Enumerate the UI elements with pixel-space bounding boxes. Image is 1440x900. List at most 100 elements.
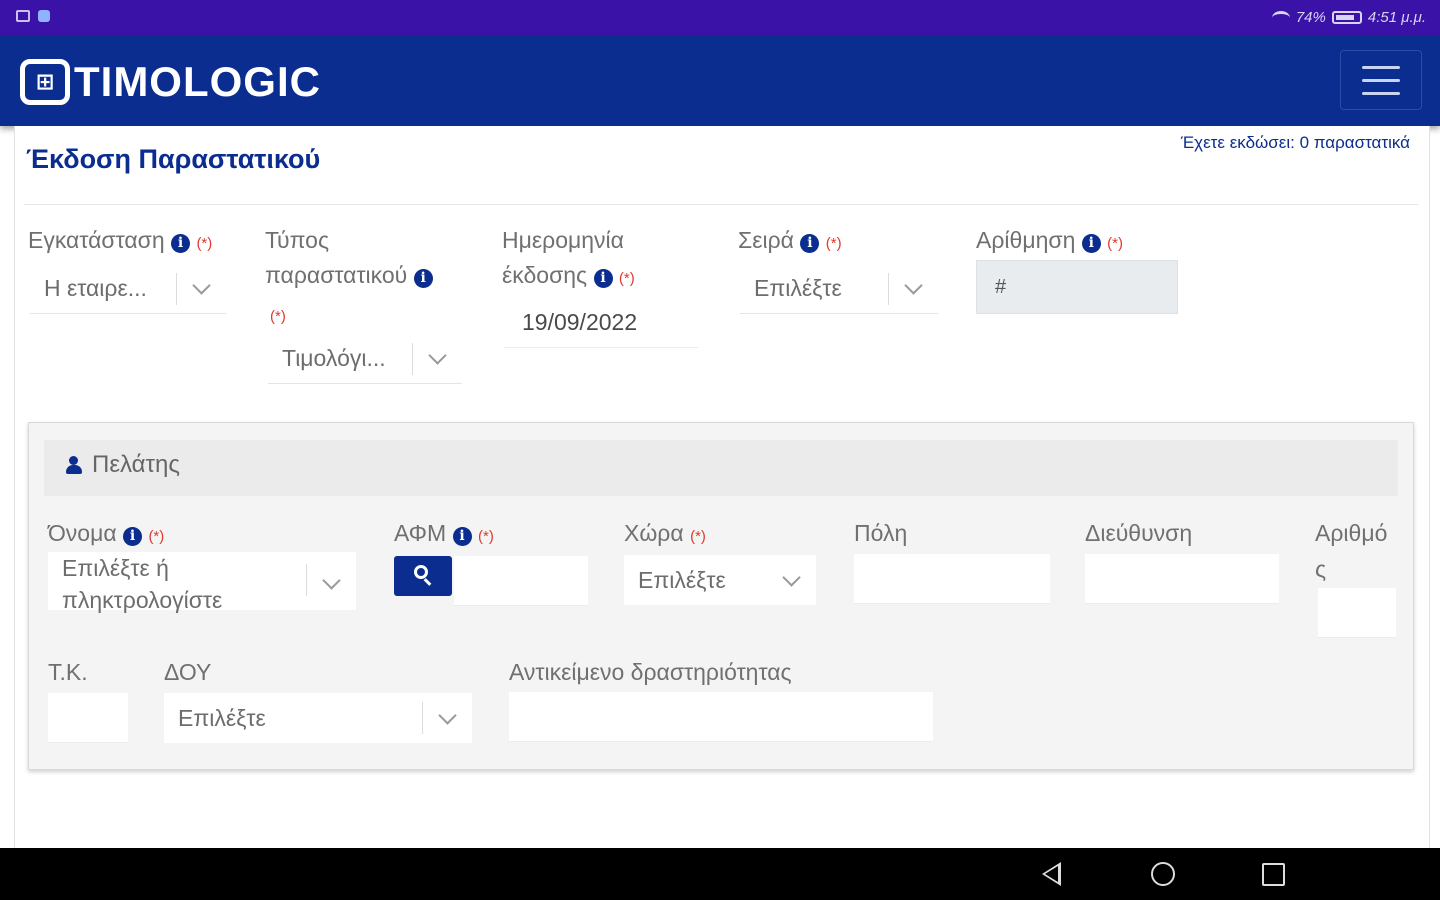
activity-label: Αντικείμενο δραστηριότητας (509, 659, 792, 685)
afm-label-text: ΑΦΜ (394, 520, 447, 546)
zip-label: Τ.Κ. (48, 659, 88, 685)
required-mark: (*) (825, 235, 842, 252)
issue-date-label-line1: Ημερομηνία (502, 227, 624, 253)
chevron-down-icon (438, 705, 457, 725)
zip-input[interactable] (48, 693, 128, 743)
info-icon[interactable]: i (452, 527, 472, 546)
select-separator (412, 342, 413, 375)
installation-label-text: Εγκατάσταση (28, 227, 165, 253)
installation-select[interactable]: Η εταιρε... (30, 264, 226, 314)
select-separator (176, 272, 177, 305)
placeholder-line1: Επιλέξτε ή (62, 555, 169, 581)
chevron-down-icon (904, 276, 923, 295)
doy-select[interactable]: Επιλέξτε (164, 693, 472, 743)
doc-type-required: (*) (270, 296, 286, 334)
series-label: Σειρά i (*) (738, 223, 842, 261)
menu-bar-icon (1362, 78, 1400, 82)
back-icon[interactable] (1042, 862, 1061, 886)
issue-date-label: Ημερομηνία (502, 223, 624, 258)
afm-label: ΑΦΜ i (*) (394, 516, 494, 554)
country-value: Επιλέξτε (638, 566, 726, 593)
numbering-label-text: Αρίθμηση (976, 227, 1076, 253)
info-icon[interactable]: i (593, 269, 613, 288)
numbering-input: # (976, 260, 1178, 314)
issue-date-label-line2: έκδοσης (502, 262, 588, 288)
address-input[interactable] (1085, 554, 1279, 604)
activity-input[interactable] (509, 692, 933, 742)
installation-label: Εγκατάσταση i (*) (28, 223, 212, 261)
select-separator (422, 702, 423, 734)
select-separator (888, 272, 889, 305)
series-value: Επιλέξτε (754, 275, 842, 301)
wifi-icon (1271, 10, 1290, 25)
required-mark: (*) (1107, 235, 1123, 252)
issue-date-input[interactable]: 19/09/2022 (504, 298, 698, 348)
issue-date-label-2: έκδοσης i (*) (502, 258, 635, 296)
recent-apps-icon[interactable] (1262, 863, 1285, 886)
customer-name-label-text: Όνομα (48, 520, 117, 546)
number-label-line1: Αριθμό (1315, 520, 1388, 546)
menu-bar-icon (1362, 65, 1400, 69)
required-mark: (*) (690, 528, 706, 545)
home-icon[interactable] (1151, 862, 1175, 886)
chevron-down-icon (428, 346, 447, 365)
number-label: Αριθμό (1315, 516, 1387, 551)
required-mark: (*) (270, 308, 286, 325)
select-separator (306, 564, 307, 596)
required-mark: (*) (618, 270, 635, 287)
installation-value: Η εταιρε... (44, 275, 147, 301)
customer-name-label: Όνομα i (*) (48, 516, 164, 554)
number-label-line2: ς (1315, 556, 1327, 582)
city-label: Πόλη (854, 520, 908, 546)
app-notification-icon (38, 10, 50, 22)
app-header: ⊞ TIMOLOGIC (0, 36, 1440, 126)
required-mark: (*) (148, 528, 165, 545)
info-icon[interactable]: i (123, 527, 143, 546)
afm-search-button[interactable] (394, 556, 452, 596)
country-label-text: Χώρα (624, 520, 684, 546)
gallery-icon (16, 10, 30, 22)
system-status-bar: 74% 4:51 μ.μ. (0, 0, 1440, 36)
battery-icon (1331, 11, 1362, 24)
required-mark: (*) (477, 528, 494, 545)
logo-mark-icon: ⊞ (20, 59, 70, 105)
customer-panel-header (44, 440, 1398, 496)
placeholder-line2: πληκτρολογίστε (62, 587, 223, 613)
required-mark: (*) (196, 235, 213, 252)
user-icon (66, 456, 82, 474)
address-label: Διεύθυνση (1085, 520, 1193, 546)
system-nav-bar (0, 848, 1440, 900)
city-input[interactable] (854, 554, 1050, 604)
country-label: Χώρα (*) (624, 516, 706, 554)
numbering-label: Αρίθμηση i (*) (976, 223, 1123, 261)
status-right: 74% 4:51 μ.μ. (1271, 9, 1426, 26)
doc-type-label-line2: παραστατικού (265, 262, 408, 288)
country-select[interactable]: Επιλέξτε (624, 555, 816, 605)
menu-bar-icon (1362, 91, 1400, 95)
battery-percent: 74% (1295, 9, 1326, 26)
doc-type-label-2: παραστατικού i (265, 258, 433, 293)
chevron-down-icon (322, 571, 341, 590)
doc-type-label-line1: Τύπος (265, 227, 330, 253)
chevron-down-icon (782, 567, 801, 587)
number-label-2: ς (1315, 552, 1326, 587)
chevron-down-icon (192, 276, 211, 295)
series-select[interactable]: Επιλέξτε (740, 264, 938, 314)
doc-type-select[interactable]: Τιμολόγι... (268, 334, 462, 384)
customer-name-select[interactable]: Επιλέξτε ή πληκτρολογίστε (48, 552, 356, 613)
app-logo[interactable]: ⊞ TIMOLOGIC (20, 58, 321, 106)
info-icon[interactable]: i (1081, 234, 1101, 253)
info-icon[interactable]: i (171, 234, 191, 253)
info-icon[interactable]: i (413, 269, 433, 288)
hamburger-menu-button[interactable] (1340, 50, 1422, 110)
logo-text: TIMOLOGIC (74, 58, 321, 105)
page-title: Έκδοση Παραστατικού (26, 144, 321, 174)
doc-type-value: Τιμολόγι... (282, 345, 386, 371)
notification-icons (16, 10, 50, 22)
afm-input[interactable] (454, 556, 588, 606)
number-input[interactable] (1318, 588, 1396, 638)
issued-count-text: Έχετε εκδώσει: 0 παραστατικά (1180, 133, 1410, 152)
info-icon[interactable]: i (800, 234, 820, 253)
divider (24, 204, 1418, 205)
search-icon (414, 565, 428, 579)
